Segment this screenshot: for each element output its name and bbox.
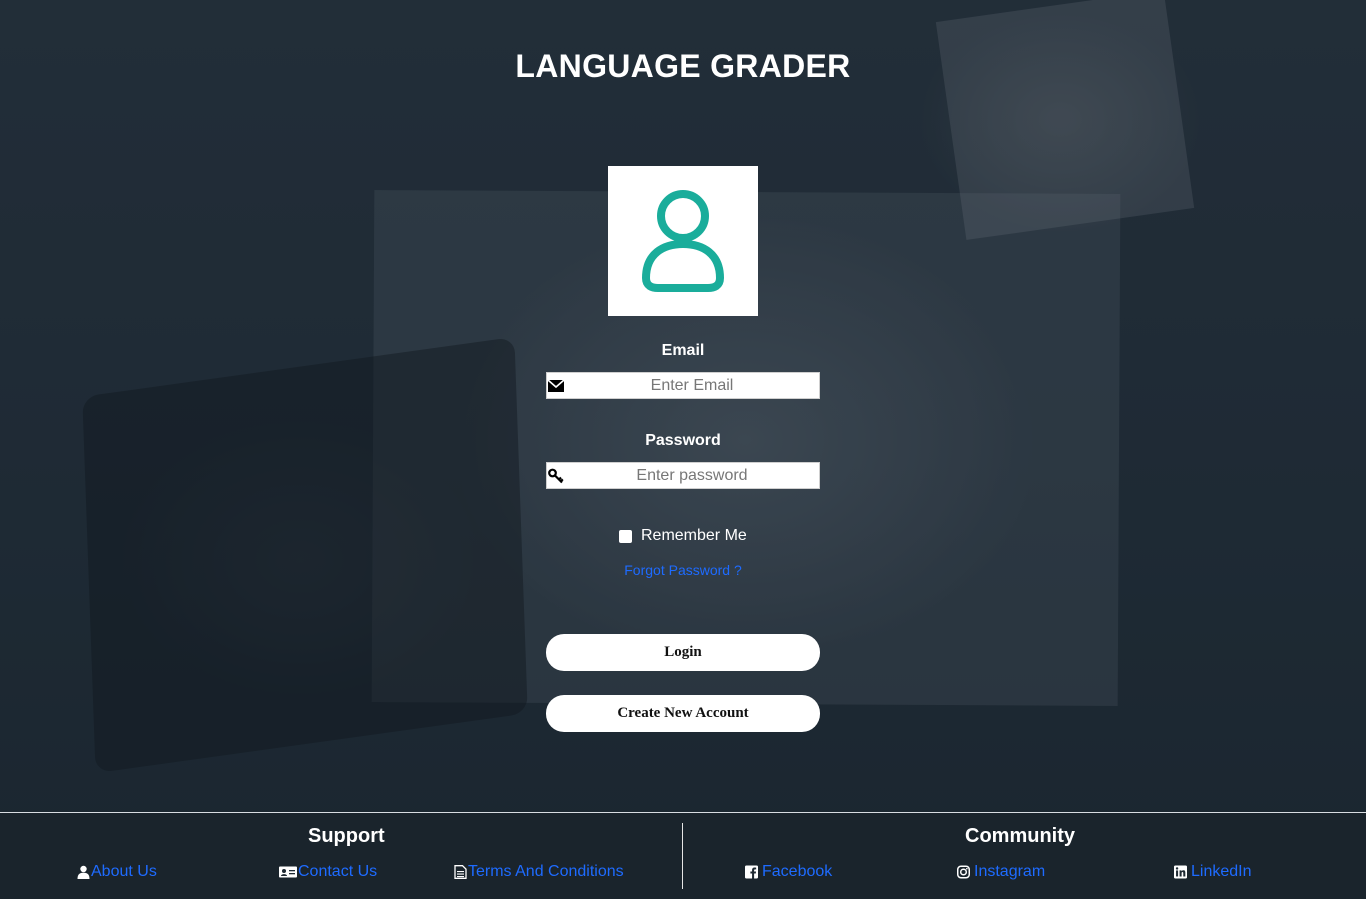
- email-input[interactable]: [567, 373, 817, 398]
- id-card-icon: [279, 866, 297, 878]
- login-button[interactable]: Login: [546, 634, 820, 671]
- about-us-label: About Us: [91, 863, 157, 880]
- password-label: Password: [645, 432, 721, 449]
- user-avatar-icon: [642, 190, 724, 292]
- footer: Support About Us Contact Us Terms And Co…: [0, 812, 1366, 899]
- page-title: LANGUAGE GRADER: [515, 48, 851, 84]
- footer-link-instagram[interactable]: Instagram: [957, 863, 1045, 881]
- key-icon: [548, 468, 564, 484]
- instagram-icon: [957, 865, 970, 879]
- remember-me-label: Remember Me: [641, 527, 747, 544]
- contact-us-label: Contact Us: [298, 863, 378, 880]
- footer-link-linkedin[interactable]: LinkedIn: [1174, 863, 1252, 881]
- footer-community-heading: Community: [965, 825, 1075, 847]
- envelope-icon: [548, 379, 564, 392]
- password-input[interactable]: [567, 463, 817, 488]
- user-icon: [77, 865, 90, 879]
- footer-link-facebook[interactable]: Facebook: [745, 863, 832, 881]
- footer-link-terms[interactable]: Terms And Conditions: [454, 863, 624, 881]
- instagram-label: Instagram: [974, 863, 1046, 880]
- email-input-wrapper: [546, 372, 820, 399]
- create-account-button[interactable]: Create New Account: [546, 695, 820, 732]
- footer-link-contact-us[interactable]: Contact Us: [279, 863, 377, 881]
- avatar: [608, 166, 758, 316]
- footer-divider: [682, 823, 683, 889]
- forgot-password-link[interactable]: Forgot Password ?: [546, 562, 820, 578]
- footer-support-heading: Support: [308, 825, 385, 847]
- document-icon: [454, 865, 467, 879]
- remember-me-checkbox[interactable]: [619, 529, 632, 543]
- remember-me[interactable]: Remember Me: [619, 527, 747, 545]
- footer-link-about-us[interactable]: About Us: [77, 863, 157, 881]
- facebook-label: Facebook: [762, 863, 833, 880]
- linkedin-icon: [1174, 865, 1187, 879]
- password-input-wrapper: [546, 462, 820, 489]
- terms-label: Terms And Conditions: [468, 863, 624, 880]
- email-label: Email: [661, 342, 705, 359]
- linkedin-label: LinkedIn: [1191, 863, 1252, 880]
- facebook-icon: [745, 865, 758, 879]
